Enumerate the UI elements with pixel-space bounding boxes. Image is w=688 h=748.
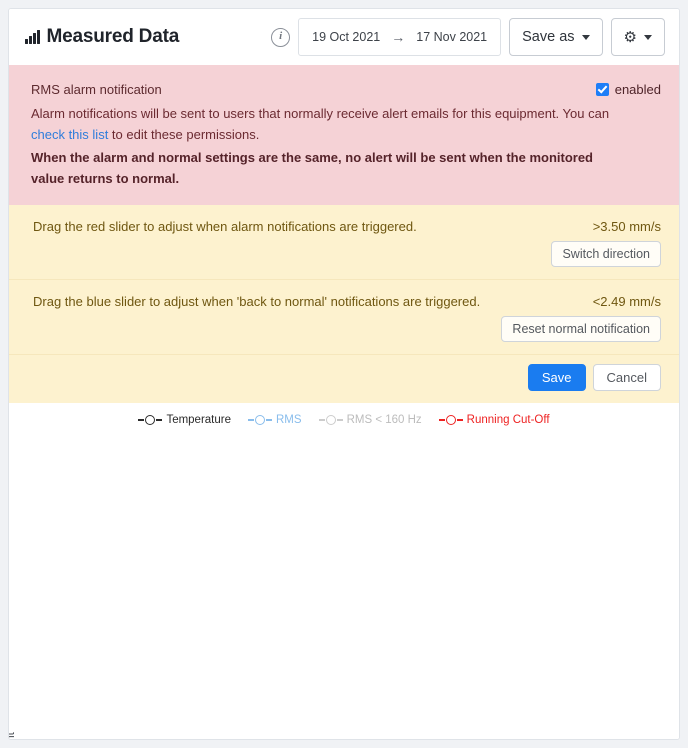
- alarm-threshold-value: >3.50 mm/s: [592, 219, 661, 234]
- check-this-list-link[interactable]: check this list: [31, 127, 108, 142]
- legend-item-temperature[interactable]: Temperature: [138, 414, 231, 426]
- card-header: Measured Data i 19 Oct 2021 → 17 Nov 202…: [9, 9, 679, 65]
- chart-container: Temperature RMS RMS < 160 Hz Running Cut…: [9, 403, 679, 739]
- page-title: Measured Data: [46, 26, 180, 47]
- header-actions: i 19 Oct 2021 → 17 Nov 2021 Save as ⚙: [271, 18, 665, 56]
- alarm-body-text-1: Alarm notifications will be sent to user…: [31, 106, 610, 121]
- chevron-down-icon: [581, 34, 590, 40]
- switch-direction-button[interactable]: Switch direction: [551, 241, 661, 267]
- switch-direction-wrap: Switch direction: [33, 241, 661, 267]
- date-to: 17 Nov 2021: [416, 30, 488, 44]
- alarm-threshold-row: Drag the red slider to adjust when alarm…: [9, 205, 679, 279]
- normal-threshold-text: Drag the blue slider to adjust when 'bac…: [33, 294, 481, 309]
- legend-marker: [138, 415, 163, 425]
- legend-label: Temperature: [166, 414, 231, 426]
- legend-marker: [438, 415, 463, 425]
- legend-label: RMS: [276, 414, 302, 426]
- alarm-notification-panel: RMS alarm notification enabled Alarm not…: [9, 65, 679, 205]
- measured-data-card: Measured Data i 19 Oct 2021 → 17 Nov 202…: [8, 8, 680, 740]
- save-as-button[interactable]: Save as: [509, 18, 603, 56]
- normal-threshold-value: <2.49 mm/s: [592, 294, 661, 309]
- legend-label: RMS < 160 Hz: [346, 414, 422, 426]
- alarm-threshold-text: Drag the red slider to adjust when alarm…: [33, 219, 417, 234]
- cancel-button[interactable]: Cancel: [592, 364, 661, 391]
- normal-threshold-line: Drag the blue slider to adjust when 'bac…: [33, 294, 661, 309]
- alarm-threshold-line: Drag the red slider to adjust when alarm…: [33, 219, 661, 234]
- title-group: Measured Data: [25, 26, 179, 48]
- chevron-down-icon: [644, 34, 652, 40]
- slider-panel-footer: Save Cancel: [9, 354, 679, 403]
- save-as-label: Save as: [522, 29, 575, 45]
- legend-label: Running Cut-Off: [466, 414, 550, 426]
- reset-normal-wrap: Reset normal notification: [33, 316, 661, 342]
- save-button[interactable]: Save: [527, 364, 586, 391]
- enabled-toggle[interactable]: enabled: [595, 79, 661, 100]
- legend-marker: [318, 415, 343, 425]
- alarm-body-text-2: to edit these permissions.: [108, 127, 260, 142]
- date-from: 19 Oct 2021: [312, 30, 381, 44]
- legend-item-rms[interactable]: RMS: [248, 414, 302, 426]
- info-icon[interactable]: i: [271, 27, 291, 47]
- legend-item-rms-160hz[interactable]: RMS < 160 Hz: [318, 414, 422, 426]
- alarm-panel-header: RMS alarm notification enabled: [31, 79, 661, 100]
- legend-item-running-cut-off[interactable]: Running Cut-Off: [438, 414, 550, 426]
- enabled-label: enabled: [614, 82, 661, 97]
- slider-settings-panel: Drag the red slider to adjust when alarm…: [9, 205, 679, 403]
- normal-threshold-row: Drag the blue slider to adjust when 'bac…: [9, 279, 679, 354]
- gear-icon: ⚙: [623, 28, 637, 46]
- alarm-warning-text: When the alarm and normal settings are t…: [31, 150, 594, 186]
- date-range-picker[interactable]: 19 Oct 2021 → 17 Nov 2021: [298, 18, 502, 56]
- legend-marker: [248, 415, 272, 425]
- chart-legend: Temperature RMS RMS < 160 Hz Running Cut…: [9, 414, 679, 426]
- date-arrow-icon: →: [391, 29, 406, 45]
- reset-normal-notification-button[interactable]: Reset normal notification: [501, 316, 661, 342]
- alarm-panel-label: RMS alarm notification: [31, 82, 162, 97]
- bar-chart-icon: [25, 30, 40, 44]
- alarm-panel-body: Alarm notifications will be sent to user…: [31, 103, 611, 189]
- y-axis-left-label: Temperature - Equipment: [9, 717, 17, 739]
- settings-button[interactable]: ⚙: [610, 18, 665, 56]
- enabled-checkbox[interactable]: [595, 83, 609, 96]
